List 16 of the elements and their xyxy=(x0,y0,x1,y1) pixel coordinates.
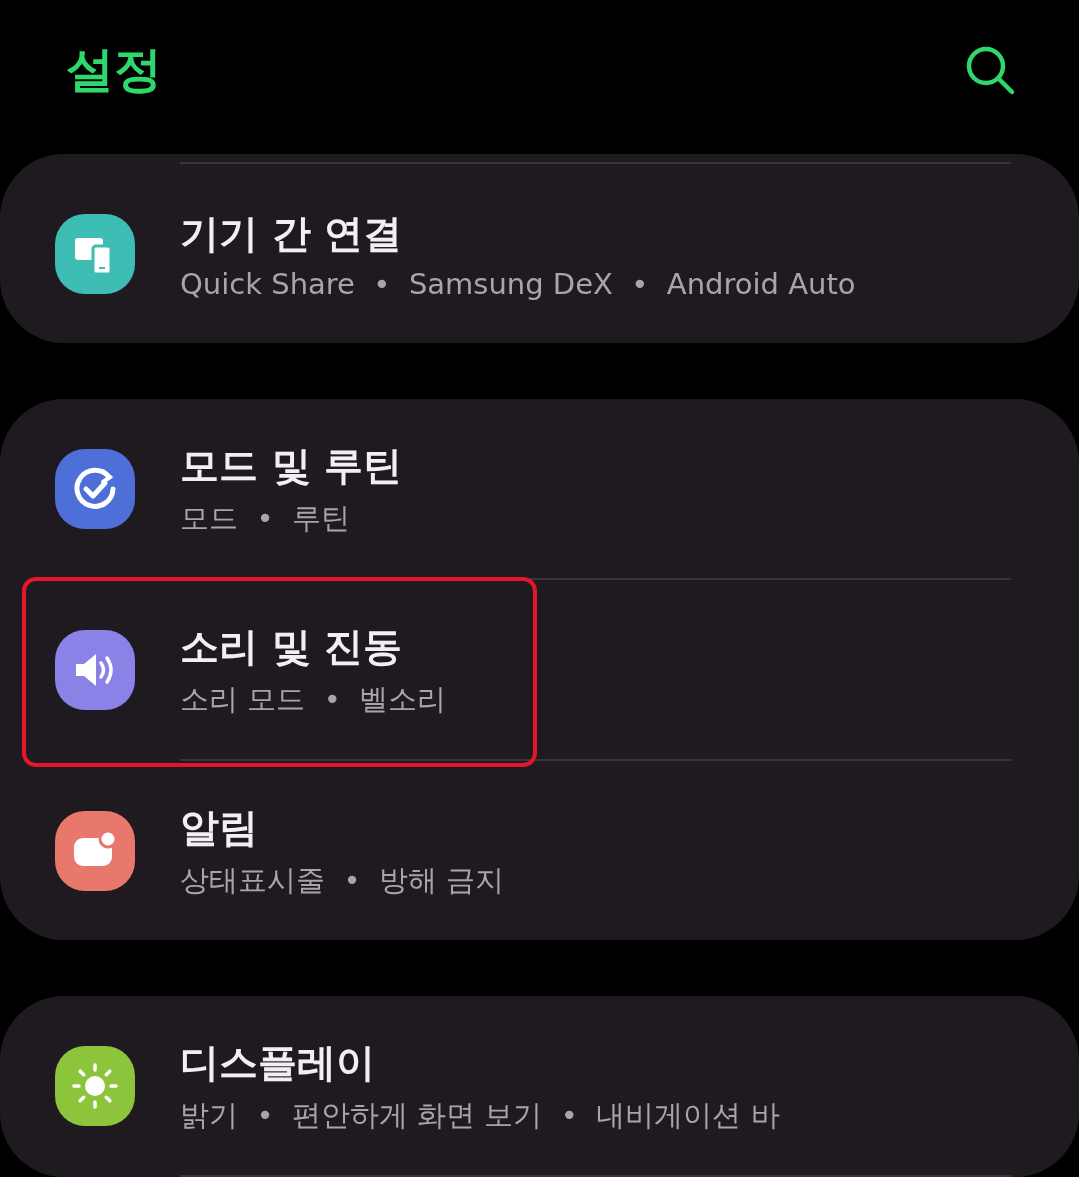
settings-item[interactable]: 모드 및 루틴 모드 • 루틴 xyxy=(0,399,1079,578)
settings-item[interactable]: 소리 및 진동 소리 모드 • 벨소리 xyxy=(0,580,1079,759)
item-subtitle: 밝기 • 편안하게 화면 보기 • 내비게이션 바 xyxy=(180,1096,780,1134)
item-title: 소리 및 진동 xyxy=(180,622,404,671)
item-title: 디스플레이 xyxy=(180,1038,376,1087)
page-title: 설정 xyxy=(66,40,162,99)
settings-item[interactable]: 기기 간 연결 Quick Share • Samsung DeX • Android Auto xyxy=(0,164,1079,343)
item-subtitle: Quick Share • Samsung DeX • Android Auto xyxy=(180,266,856,301)
item-subtitle: 모드 • 루틴 xyxy=(180,499,351,537)
item-title: 모드 및 루틴 xyxy=(180,441,403,490)
item-subtitle: 소리 모드 • 벨소리 xyxy=(180,680,447,718)
settings-item[interactable]: 알림 상태표시줄 • 방해 금지 xyxy=(0,761,1079,940)
settings-item[interactable]: 디스플레이 밝기 • 편안하게 화면 보기 • 내비게이션 바 xyxy=(0,996,1079,1175)
item-title: 기기 간 연결 xyxy=(180,209,404,258)
item-subtitle: 상태표시줄 • 방해 금지 xyxy=(180,861,505,899)
item-title: 알림 xyxy=(180,803,259,852)
